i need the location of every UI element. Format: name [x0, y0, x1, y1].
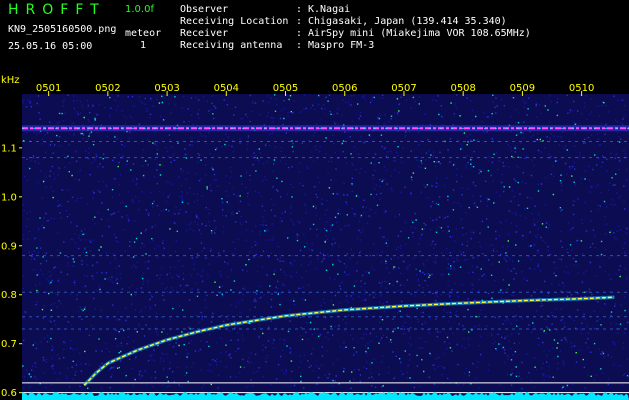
y-tick-label-3: 0.9 [1, 241, 17, 252]
y-tick-label-1: 0.7 [1, 339, 17, 350]
y-tick-label-4: 1.0 [1, 192, 17, 203]
x-tick-label-1: 0502 [95, 83, 120, 94]
x-tick-label-9: 0510 [569, 83, 594, 94]
filename-label: KN9_2505160500.png [8, 24, 117, 35]
mode-label: meteor [125, 28, 162, 39]
spectrogram-plot: kHz 0.6 0.7 0.8 0.9 1.0 1.1 0501 0502 0503 0504 05… [0, 72, 629, 400]
observer-sep: : [296, 4, 303, 15]
hrofft-window: HROFFT 1.0.0f KN9_2505160500.png meteor … [0, 0, 629, 400]
y-tick-label-2: 0.8 [1, 290, 17, 301]
y-axis-label: kHz [1, 75, 20, 86]
x-tick-label-2: 0503 [154, 83, 179, 94]
x-tick-label-8: 0509 [510, 83, 535, 94]
x-tick-label-4: 0505 [273, 83, 298, 94]
location-label: Receiving Location [180, 16, 289, 27]
x-tick-label-5: 0506 [332, 83, 357, 94]
app-title: HROFFT [8, 2, 106, 18]
observer-label: Observer [180, 4, 229, 15]
y-tick-label-5: 1.1 [1, 143, 17, 154]
observer-value: K.Nagai [308, 4, 351, 15]
x-tick-label-7: 0508 [450, 83, 475, 94]
location-sep: : [296, 16, 303, 27]
receiver-value: AirSpy mini (Miakejima VOR 108.65MHz) [308, 28, 531, 39]
antenna-sep: : [296, 40, 303, 51]
y-tick-label-0: 0.6 [1, 388, 17, 399]
location-value: Chigasaki, Japan (139.414 35.340) [308, 16, 507, 27]
header-panel: HROFFT 1.0.0f KN9_2505160500.png meteor … [0, 0, 629, 72]
antenna-value: Maspro FM-3 [308, 40, 375, 51]
mode-value: 1 [140, 40, 147, 51]
x-tick-label-6: 0507 [391, 83, 416, 94]
version-label: 1.0.0f [125, 4, 154, 15]
x-tick-label-3: 0504 [214, 83, 239, 94]
x-tick-label-0: 0501 [36, 83, 61, 94]
receiver-label: Receiver [180, 28, 229, 39]
datetime-label: 25.05.16 05:00 [8, 41, 93, 52]
antenna-label: Receiving antenna [180, 40, 283, 51]
receiver-sep: : [296, 28, 303, 39]
